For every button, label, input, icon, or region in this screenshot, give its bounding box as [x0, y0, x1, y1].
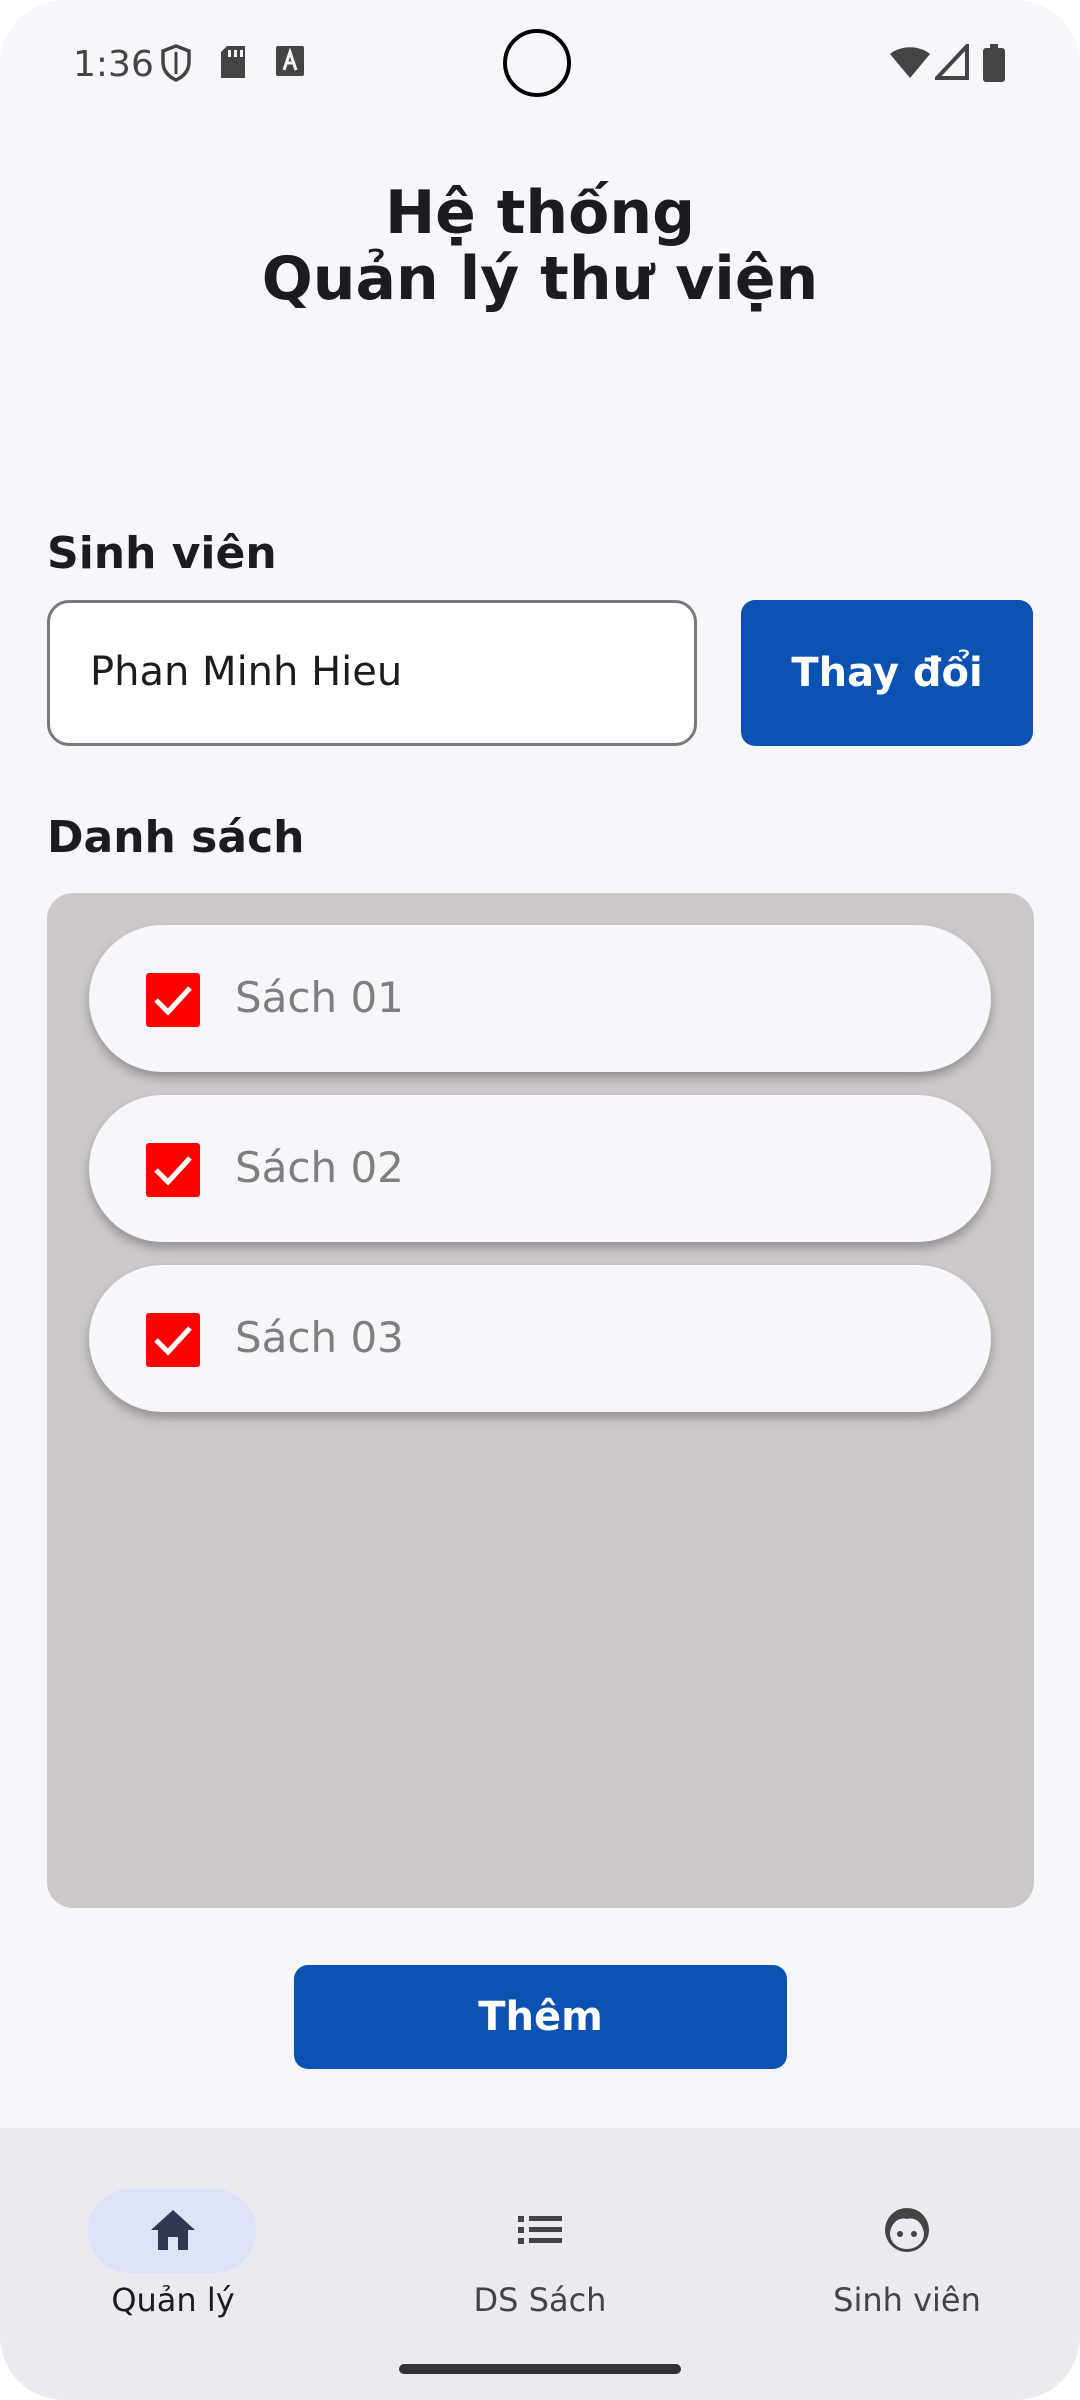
nav-label: DS Sách — [473, 2281, 607, 2319]
bottom-navigation: Quản lý DS Sách Sinh viên — [0, 2128, 1080, 2400]
book-checkbox[interactable] — [146, 1143, 200, 1197]
nav-label: Sinh viên — [833, 2281, 981, 2319]
nav-item-manage[interactable]: Quản lý — [23, 2158, 323, 2319]
book-title: Sách 03 — [235, 1313, 404, 1362]
battery-icon — [983, 44, 1005, 82]
student-name-field[interactable]: Phan Minh Hieu — [47, 600, 697, 746]
keyboard-a-icon — [276, 46, 304, 76]
change-student-button[interactable]: Thay đổi — [741, 600, 1033, 746]
status-bar: 1:36 — [0, 0, 1080, 130]
list-icon — [518, 2216, 562, 2244]
title-line-1: Hệ thống — [384, 178, 696, 248]
camera-cutout — [503, 29, 571, 97]
book-list-panel: Sách 01 Sách 02 Sách 03 — [47, 893, 1034, 1908]
student-section-label: Sinh viên — [47, 528, 277, 579]
sd-card-icon — [221, 46, 245, 78]
shield-icon — [161, 44, 191, 82]
book-checkbox[interactable] — [146, 973, 200, 1027]
nav-item-books[interactable]: DS Sách — [390, 2158, 690, 2319]
page-title: Hệ thống Quản lý thư viện — [0, 180, 1080, 312]
status-time: 1:36 — [73, 44, 154, 85]
home-icon — [151, 2210, 195, 2250]
title-line-2: Quản lý thư viện — [261, 244, 819, 314]
check-icon — [154, 1156, 192, 1186]
home-indicator[interactable] — [399, 2364, 681, 2374]
signal-icon — [935, 44, 969, 80]
app-screen: 1:36 Hệ thống Quản lý thư viện Sinh viên… — [0, 0, 1080, 2400]
book-title: Sách 01 — [235, 973, 404, 1022]
nav-label: Quản lý — [111, 2281, 235, 2319]
book-list-item[interactable]: Sách 03 — [89, 1265, 991, 1412]
wifi-icon — [890, 47, 930, 78]
check-icon — [154, 1326, 192, 1356]
face-icon — [885, 2208, 929, 2252]
book-list-section-label: Danh sách — [47, 812, 305, 863]
add-button[interactable]: Thêm — [294, 1965, 787, 2069]
student-name-value: Phan Minh Hieu — [90, 649, 403, 695]
book-checkbox[interactable] — [146, 1313, 200, 1367]
nav-item-students[interactable]: Sinh viên — [757, 2158, 1057, 2319]
book-title: Sách 02 — [235, 1143, 404, 1192]
book-list-item[interactable]: Sách 02 — [89, 1095, 991, 1242]
book-list-item[interactable]: Sách 01 — [89, 925, 991, 1072]
check-icon — [154, 986, 192, 1016]
